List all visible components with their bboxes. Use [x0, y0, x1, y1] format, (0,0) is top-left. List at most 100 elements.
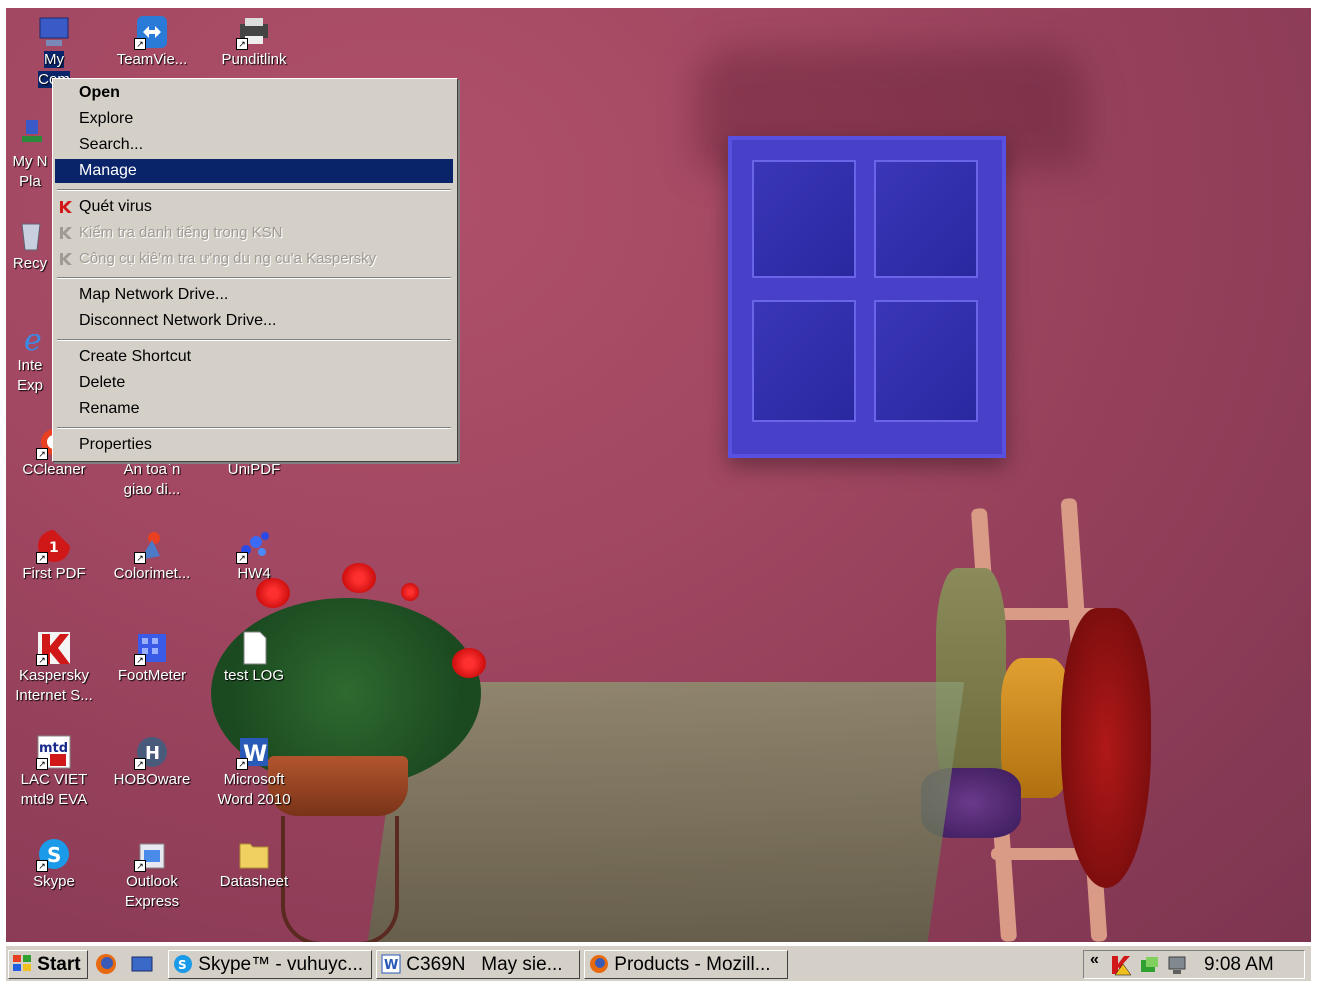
svg-text:mtd: mtd — [39, 741, 68, 756]
network-tray-icon[interactable] — [1138, 954, 1160, 976]
menu-item-scan-virus[interactable]: Quét virus — [55, 195, 453, 219]
firefox-icon — [590, 955, 608, 973]
desktop-icon-hoboware[interactable]: H ↗ HOBOware — [104, 734, 200, 790]
start-label: Start — [37, 954, 81, 975]
tray-expand-button[interactable]: « — [1090, 951, 1099, 969]
desktop-icon-footmeter[interactable]: ↗ FootMeter — [104, 630, 200, 686]
icon-label: Datasheet — [219, 873, 289, 890]
menu-item-check-ksn: Kiểm tra danh tiếng trong KSN — [55, 221, 453, 245]
desktop-icon-test-log[interactable]: test LOG — [206, 630, 302, 686]
desktop-icon-kaspersky[interactable]: ↗ Kaspersky Internet S... — [6, 630, 102, 706]
menu-item-properties[interactable]: Properties — [55, 433, 453, 457]
menu-item-label: Kiểm tra danh tiếng trong KSN — [79, 224, 283, 241]
recycle-bin-icon — [12, 218, 48, 254]
icon-label: Recy — [12, 255, 48, 272]
desktop-icon-colorimeter[interactable]: ↗ Colorimet... — [104, 528, 200, 584]
firefox-quicklaunch-icon[interactable] — [94, 952, 120, 978]
task-label: C369N May sie... — [406, 954, 563, 975]
menu-separator — [57, 339, 451, 341]
my-computer-icon — [36, 14, 72, 50]
menu-item-open[interactable]: Open — [55, 81, 453, 105]
lacviet-icon: mtd ↗ — [36, 734, 72, 770]
footmeter-icon: ↗ — [134, 630, 170, 666]
desktop-icon-word[interactable]: W ↗ Microsoft Word 2010 — [206, 734, 302, 810]
skype-icon: S — [174, 955, 192, 973]
taskbar-button-word[interactable]: W C369N May sie... — [376, 950, 580, 979]
clock[interactable]: 9:08 AM — [1204, 951, 1274, 978]
icon-label: Colorimet... — [113, 565, 191, 582]
icon-label: CCleaner — [22, 461, 86, 478]
taskbar-button-skype[interactable]: S Skype™ - vuhuyc... — [168, 950, 372, 979]
network-places-icon — [12, 116, 48, 152]
menu-item-explore[interactable]: Explore — [55, 107, 453, 131]
windows-logo-icon — [13, 955, 31, 971]
kaspersky-icon: ↗ — [36, 630, 72, 666]
desktop-icon-network-places[interactable]: My N Pla — [6, 116, 54, 192]
desktop-icon-internet-explorer[interactable]: e Inte Exp — [6, 320, 54, 396]
svg-text:H: H — [145, 743, 160, 764]
icon-label: Punditlink — [221, 51, 287, 68]
icon-label: UniPDF — [227, 461, 281, 478]
menu-separator — [57, 427, 451, 429]
menu-item-manage[interactable]: Manage — [55, 159, 453, 183]
internet-explorer-icon: e — [12, 320, 48, 358]
menu-item-rename[interactable]: Rename — [55, 397, 453, 421]
word-icon: W — [381, 954, 401, 974]
desktop-icon-teamviewer[interactable]: ↗ TeamVie... — [104, 14, 200, 70]
menu-separator — [57, 277, 451, 279]
icon-label: Outlook Express — [124, 873, 180, 910]
icon-label: Kaspersky Internet S... — [15, 667, 93, 704]
word-icon: W ↗ — [236, 734, 272, 770]
icon-label: Inte Exp — [17, 357, 43, 394]
kaspersky-icon — [60, 201, 72, 213]
svg-text:1: 1 — [49, 540, 59, 556]
colorimeter-icon: ↗ — [134, 528, 170, 564]
icon-label: Microsoft Word 2010 — [217, 771, 291, 808]
icon-label: LAC VIET mtd9 EVA — [20, 771, 88, 808]
svg-text:S: S — [47, 843, 61, 867]
desktop-icon-skype[interactable]: S ↗ Skype — [6, 836, 102, 892]
kaspersky-warning-icon[interactable] — [1110, 954, 1132, 976]
first-pdf-icon: 1 ↗ — [36, 528, 72, 564]
menu-item-kaspersky-tool: Công cụ kiê'm tra ư'ng du ng cu'a Kasper… — [55, 247, 453, 271]
menu-item-create-shortcut[interactable]: Create Shortcut — [55, 345, 453, 369]
text-file-icon — [236, 630, 272, 666]
menu-item-search[interactable]: Search... — [55, 133, 453, 157]
menu-item-disconnect-network-drive[interactable]: Disconnect Network Drive... — [55, 309, 453, 333]
desktop-icon-lac-viet[interactable]: mtd ↗ LAC VIET mtd9 EVA — [6, 734, 102, 810]
skype-icon: S ↗ — [36, 836, 72, 872]
context-menu: Open Explore Search... Manage Quét virus… — [52, 78, 458, 462]
svg-text:e: e — [24, 323, 42, 356]
task-label: Skype™ - vuhuyc... — [198, 954, 364, 975]
icon-label: An toa`n giao di... — [123, 461, 181, 498]
icon-label: TeamVie... — [116, 51, 188, 68]
desktop-icon-hw4[interactable]: ↗ HW4 — [206, 528, 302, 584]
menu-item-delete[interactable]: Delete — [55, 371, 453, 395]
icon-label: HOBOware — [113, 771, 191, 788]
icon-label: HW4 — [237, 565, 271, 582]
taskbar: Start S Skype™ - vuhuyc... W C369N May s… — [6, 944, 1311, 981]
menu-item-map-network-drive[interactable]: Map Network Drive... — [55, 283, 453, 307]
hoboware-icon: H ↗ — [134, 734, 170, 770]
desktop-icon-punditlink[interactable]: ↗ Punditlink — [206, 14, 302, 70]
outlook-express-icon: ↗ — [134, 836, 170, 872]
svg-text:S: S — [178, 958, 187, 972]
start-button[interactable]: Start — [8, 950, 88, 979]
menu-item-label: Quét virus — [79, 198, 152, 215]
desktop-icon-outlook-express[interactable]: ↗ Outlook Express — [104, 836, 200, 912]
desktop-icon-recycle-bin[interactable]: Recy — [6, 218, 54, 274]
computer-tray-icon[interactable] — [1166, 954, 1188, 976]
desktop-icon-datasheet[interactable]: Datasheet — [206, 836, 302, 892]
menu-separator — [57, 189, 451, 191]
icon-label: My N Pla — [12, 153, 48, 190]
svg-text:W: W — [384, 958, 398, 973]
teamviewer-icon: ↗ — [134, 14, 170, 50]
folder-icon — [236, 836, 272, 872]
hw4-icon: ↗ — [236, 528, 272, 564]
desktop-icon-first-pdf[interactable]: 1 ↗ First PDF — [6, 528, 102, 584]
kaspersky-icon — [60, 253, 72, 265]
system-tray: « 9:08 AM — [1083, 950, 1305, 979]
show-desktop-icon[interactable] — [130, 952, 156, 978]
icon-label: First PDF — [22, 565, 86, 582]
taskbar-button-firefox[interactable]: Products - Mozill... — [584, 950, 788, 979]
